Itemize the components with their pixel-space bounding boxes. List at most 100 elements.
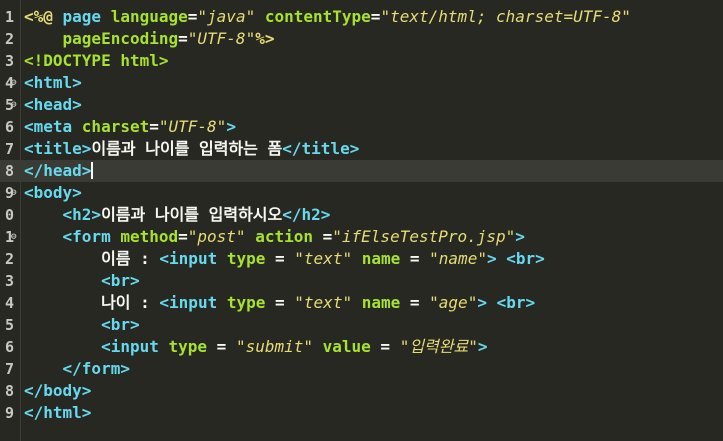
fold-toggle-icon[interactable]: ⊖ [11,94,19,116]
line-code: </body> [24,380,91,402]
code-token: <body> [24,183,82,202]
code-token: <h2> [62,205,102,224]
code-token: "java" [197,7,256,26]
line-code: <input type = "submit" value = "입력완료"> [24,336,488,358]
code-token: contentType [255,7,371,26]
code-token: charset [81,117,150,136]
line-code: <!DOCTYPE html> [24,50,169,72]
line-code: </head> [24,160,94,182]
code-token: > [515,227,525,246]
code-token: 나이 : [24,293,160,312]
code-token: "입력완료" [399,337,478,356]
line-number: 2 [4,250,14,268]
code-token: <!DOCTYPE [24,51,121,70]
code-token: "age" [429,293,478,312]
code-token: = [400,249,430,268]
code-token: "UTF-8" [158,117,227,136]
line-number: 2 [4,30,14,48]
code-token: "name" [429,249,487,268]
code-token: <title> [24,139,92,158]
line-code: </form> [24,358,130,380]
line-number: 0 [4,206,14,224]
code-token: > [226,117,236,136]
code-token: > [486,249,497,268]
code-token: method [120,227,179,246]
fold-toggle-icon[interactable]: ⊖ [11,72,19,94]
code-line[interactable]: 3 <br> [0,270,723,292]
code-token: = [265,293,295,312]
code-token: = [370,337,400,356]
code-token: <html> [24,73,82,92]
code-token: value [313,337,371,356]
code-token: type [226,249,266,268]
code-line[interactable]: 2 pageEncoding="UTF-8"%> [0,28,723,50]
code-editor[interactable]: 1 <%@ page language="java" contentType="t… [0,0,723,441]
line-number: 4 [4,294,14,312]
code-line[interactable]: 5 ⊖ <head> [0,94,723,116]
code-line[interactable]: 4 ⊖ <html> [0,72,723,94]
line-code: <br> [24,314,140,336]
code-line[interactable]: 8 </body> [0,380,723,402]
code-token: <head> [24,95,82,114]
line-code: <%@ page language="java" contentType="te… [24,6,631,28]
code-line[interactable]: 9 ⊖ <body> [0,182,723,204]
code-token: type [226,293,266,312]
code-line[interactable]: 2 이름 : <input type = "text" name = "name… [0,248,723,270]
code-token: <br> [506,249,545,268]
code-line[interactable]: 6 <meta charset="UTF-8"> [0,116,723,138]
code-line[interactable]: 5 <br> [0,314,723,336]
line-number: 8 [4,382,14,400]
code-token: "UTF-8" [187,29,256,48]
code-line[interactable]: 9 </html> [0,402,723,424]
fold-toggle-icon[interactable]: ⊖ [11,182,19,204]
line-number: 3 [4,272,14,290]
code-line[interactable]: 4 나이 : <input type = "text" name = "age"… [0,292,723,314]
code-token: = [265,249,295,268]
code-token: language [110,7,188,26]
code-token: type [168,337,208,356]
line-code: <form method="post" action ="ifElseTestP… [24,226,525,248]
code-token: </html> [24,403,92,422]
code-token: 이름과 나이를 입력하는 폼 [91,139,283,158]
code-token: name [352,293,401,312]
line-number: 1 [4,8,14,26]
code-token: <input [159,249,227,268]
code-line[interactable]: 7 <title>이름과 나이를 입력하는 폼</title> [0,138,723,160]
code-line[interactable]: 7 </form> [0,358,723,380]
code-token: page [62,7,111,26]
code-token: > [477,337,488,356]
line-number: 8 [4,162,14,180]
code-token: = [400,293,430,312]
code-token: "text" [294,249,353,268]
code-line[interactable]: 8 </head> [0,160,723,182]
code-token: <br> [101,271,140,290]
code-token: "submit" [235,337,313,356]
line-number: 7 [4,360,14,378]
line-code: <br> [24,270,140,292]
code-line[interactable]: 1 <%@ page language="java" contentType="t… [0,6,723,28]
code-token: %> [255,29,275,48]
code-line[interactable]: 6 <input type = "submit" value = "입력완료"> [0,336,723,358]
code-token: = [187,7,198,26]
line-number: 6 [4,118,14,136]
code-token: <input [159,293,227,312]
code-token: name [352,249,401,268]
line-code: <body> [24,182,82,204]
code-line[interactable]: 3 <!DOCTYPE html> [0,50,723,72]
code-token: = [178,227,188,246]
code-token: "post" [187,227,246,246]
code-line[interactable]: 1 ⊖ <form method="post" action ="ifElseTe… [0,226,723,248]
code-token: = [370,7,381,26]
code-token: = [178,29,188,48]
code-line[interactable]: 0 <h2>이름과 나이를 입력하시오</h2> [0,204,723,226]
fold-toggle-icon[interactable]: ⊖ [11,226,19,248]
code-token: </h2> [282,205,331,224]
code-token: = [322,227,333,246]
